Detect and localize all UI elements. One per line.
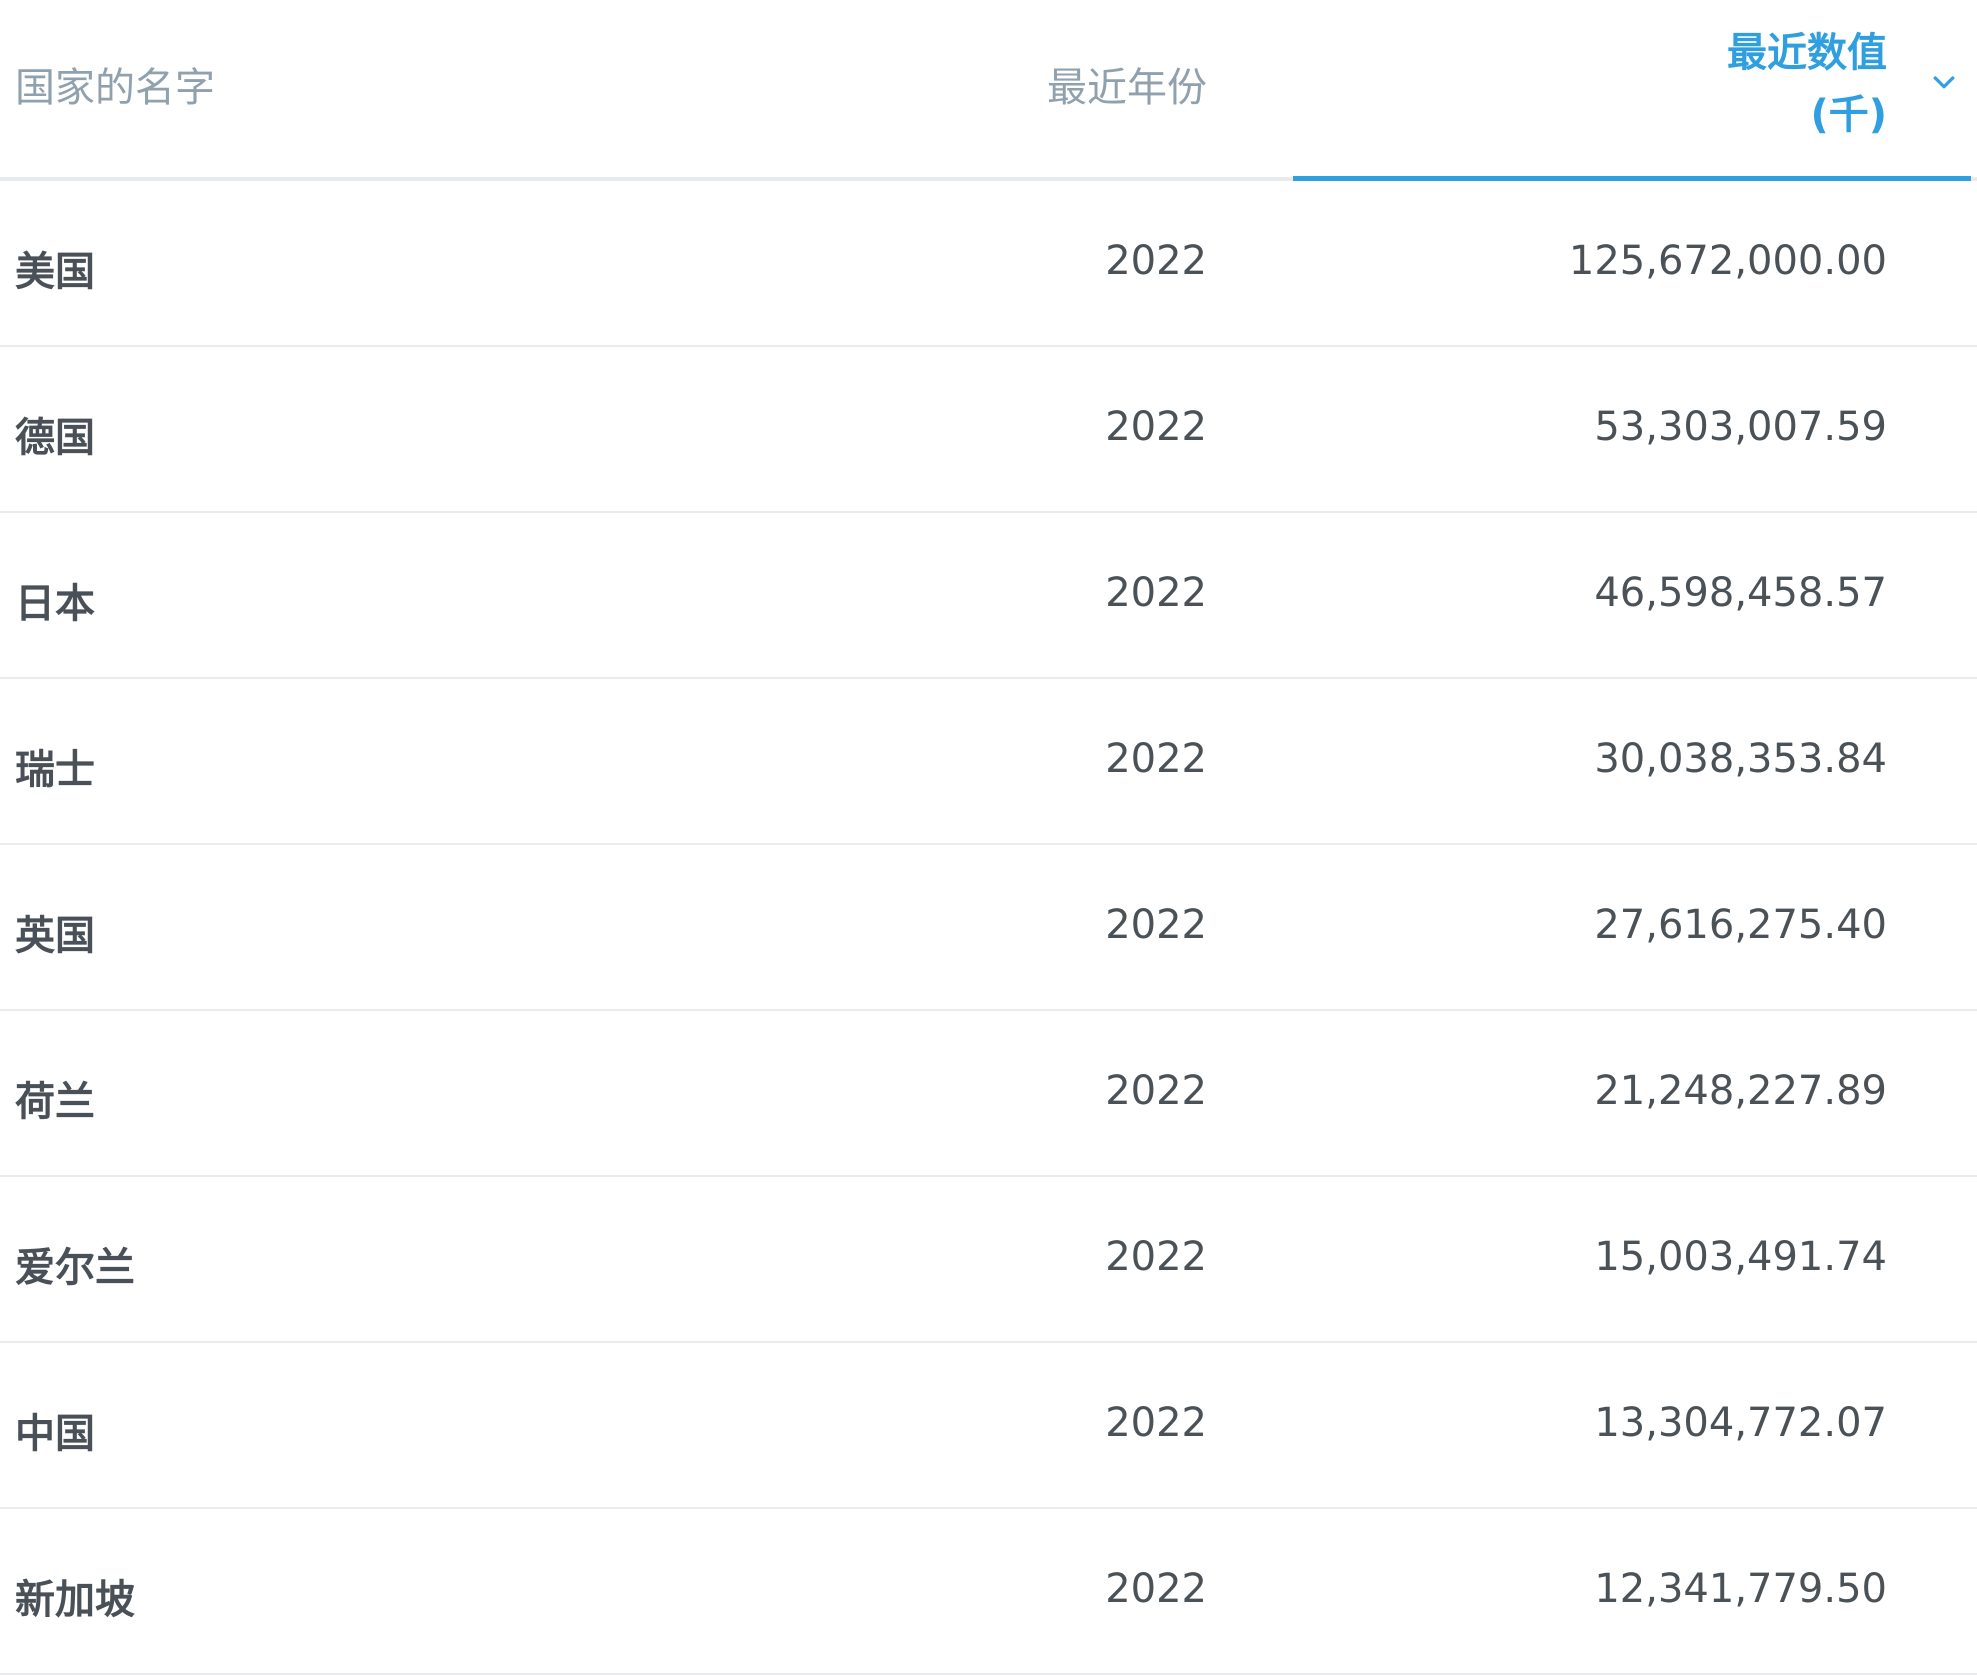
- country-cell[interactable]: 日本: [15, 571, 95, 629]
- table-row: 荷兰 2022 21,248,227.89: [0, 1011, 1977, 1177]
- value-cell: 46,598,458.57: [1594, 570, 1887, 616]
- country-cell[interactable]: 德国: [15, 405, 95, 463]
- country-cell[interactable]: 英国: [15, 903, 95, 961]
- table-row: 美国 2022 125,672,000.00: [0, 181, 1977, 347]
- value-cell: 125,672,000.00: [1568, 238, 1887, 284]
- value-cell: 15,003,491.74: [1594, 1234, 1887, 1280]
- country-cell[interactable]: 美国: [15, 239, 95, 297]
- country-cell[interactable]: 瑞士: [15, 737, 95, 795]
- value-cell: 30,038,353.84: [1594, 736, 1887, 782]
- value-cell: 27,616,275.40: [1594, 902, 1887, 948]
- country-cell[interactable]: 荷兰: [15, 1069, 95, 1127]
- value-cell: 21,248,227.89: [1594, 1068, 1887, 1114]
- table-row: 爱尔兰 2022 15,003,491.74: [0, 1177, 1977, 1343]
- data-table: 国家的名字 最近年份 最近数值 (千) 美国 2022 125,672,000.…: [0, 0, 1977, 1675]
- country-cell[interactable]: 中国: [15, 1401, 95, 1459]
- table-header: 国家的名字 最近年份 最近数值 (千): [0, 0, 1977, 181]
- value-cell: 13,304,772.07: [1594, 1400, 1887, 1446]
- column-header-value-label: 最近数值: [1727, 30, 1887, 76]
- table-row: 英国 2022 27,616,275.40: [0, 845, 1977, 1011]
- column-header-country[interactable]: 国家的名字: [15, 55, 215, 113]
- year-cell: 2022: [1105, 404, 1207, 450]
- table-row: 瑞士 2022 30,038,353.84: [0, 679, 1977, 845]
- year-cell: 2022: [1105, 238, 1207, 284]
- country-cell[interactable]: 新加坡: [15, 1567, 135, 1625]
- year-cell: 2022: [1105, 570, 1207, 616]
- chevron-down-icon[interactable]: [1929, 68, 1959, 98]
- year-cell: 2022: [1105, 902, 1207, 948]
- table-row: 德国 2022 53,303,007.59: [0, 347, 1977, 513]
- value-cell: 53,303,007.59: [1594, 404, 1887, 450]
- column-header-year[interactable]: 最近年份: [1047, 55, 1207, 113]
- year-cell: 2022: [1105, 1234, 1207, 1280]
- year-cell: 2022: [1105, 1400, 1207, 1446]
- year-cell: 2022: [1105, 736, 1207, 782]
- table-row: 日本 2022 46,598,458.57: [0, 513, 1977, 679]
- year-cell: 2022: [1105, 1068, 1207, 1114]
- column-header-value[interactable]: 最近数值 (千): [1727, 22, 1887, 146]
- table-row: 中国 2022 13,304,772.07: [0, 1343, 1977, 1509]
- table-row: 新加坡 2022 12,341,779.50: [0, 1509, 1977, 1675]
- value-cell: 12,341,779.50: [1594, 1566, 1887, 1612]
- year-cell: 2022: [1105, 1566, 1207, 1612]
- country-cell[interactable]: 爱尔兰: [15, 1235, 135, 1293]
- column-header-value-unit: (千): [1810, 92, 1887, 138]
